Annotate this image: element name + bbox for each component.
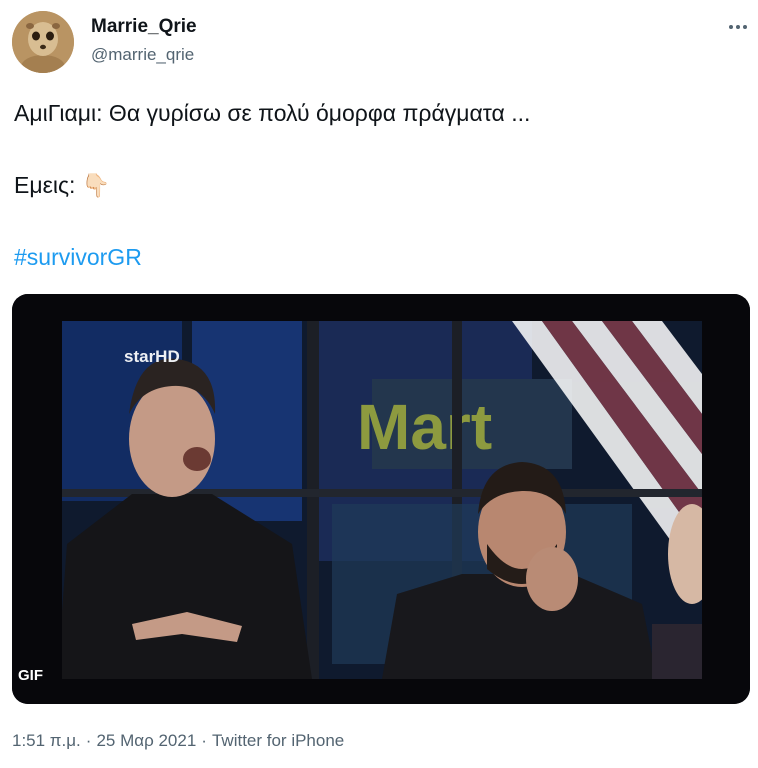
meerkat-icon xyxy=(12,11,74,73)
gif-badge: GIF xyxy=(18,667,43,684)
gif-frame-image: Mart starHD xyxy=(12,294,750,704)
tweet-text-line-2: Εμεις: 👇🏻 xyxy=(14,172,110,199)
tweet-text-line-2-text: Εμεις: xyxy=(14,172,76,198)
more-horizontal-icon xyxy=(729,25,733,29)
channel-logo: starHD xyxy=(124,347,180,366)
tweet-metadata: 1:51 π.μ. · 25 Μαρ 2021 · Twitter for iPhone xyxy=(12,731,345,750)
gif-media[interactable]: Mart starHD xyxy=(12,294,750,704)
tweet-source[interactable]: Twitter for iPhone xyxy=(212,731,344,750)
background-sign-text: Mart xyxy=(357,391,492,463)
author-display-name[interactable]: Marrie_Qrie xyxy=(91,16,197,38)
tweet-text-line-1: ΑμιΓιαμι: Θα γυρίσω σε πολύ όμορφα πράγμ… xyxy=(14,100,531,126)
tweet-date[interactable]: 25 Μαρ 2021 xyxy=(96,731,196,750)
avatar[interactable] xyxy=(12,11,74,73)
author-handle[interactable]: @marrie_qrie xyxy=(91,45,194,65)
hashtag-link[interactable]: #survivorGR xyxy=(14,244,142,271)
more-options-button[interactable] xyxy=(724,15,752,39)
tweet-time[interactable]: 1:51 π.μ. xyxy=(12,731,81,750)
pointing-down-emoji-icon: 👇🏻 xyxy=(81,172,111,198)
